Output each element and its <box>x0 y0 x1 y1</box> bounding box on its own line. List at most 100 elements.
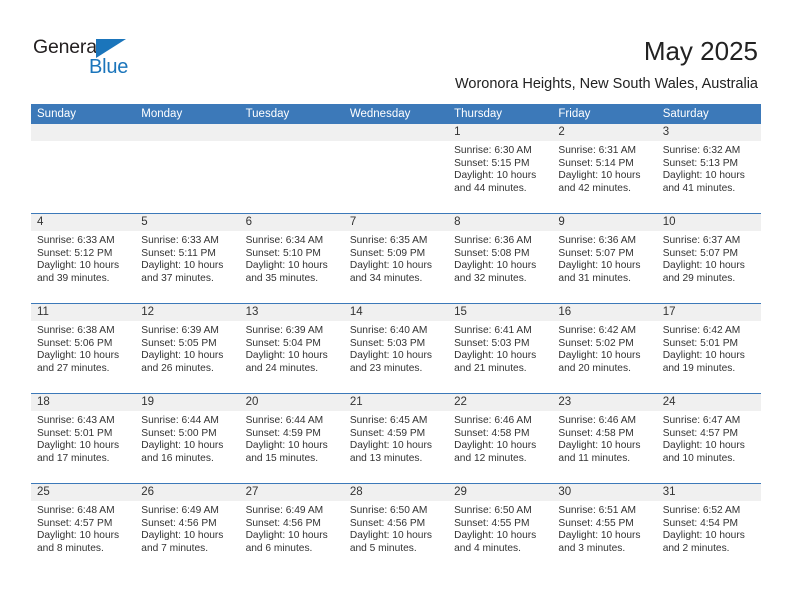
calendar-day-cell[interactable]: 29 Sunrise: 6:50 AM Sunset: 4:55 PM Dayligh… <box>448 484 553 573</box>
day-sun-info: Sunrise: 6:52 AM Sunset: 4:54 PM Daylight:… <box>657 502 761 555</box>
sunrise-text: Sunrise: 6:35 AM <box>349 235 428 246</box>
sunset-text: Sunset: 5:00 PM <box>141 427 217 439</box>
daylight-text-line2: and 39 minutes. <box>37 272 110 284</box>
day-sun-info: Sunrise: 6:35 AM Sunset: 5:09 PM Daylight:… <box>344 232 448 285</box>
calendar-day-cell[interactable]: 28 Sunrise: 6:50 AM Sunset: 4:56 PM Dayligh… <box>343 484 449 573</box>
daylight-text-line2: and 24 minutes. <box>245 362 319 374</box>
location-subtitle: Woronora Heights, New South Wales, Austr… <box>454 76 758 92</box>
calendar-day-cell[interactable]: 7 Sunrise: 6:35 AM Sunset: 5:09 PM Daylight… <box>343 214 449 303</box>
day-sun-info: Sunrise: 6:47 AM Sunset: 4:57 PM Daylight:… <box>657 412 761 465</box>
day-number-band: 17 <box>656 304 761 322</box>
calendar-day-cell[interactable]: 20 Sunrise: 6:44 AM Sunset: 4:59 PM Dayligh… <box>239 394 344 483</box>
calendar-day-cell[interactable]: 12 Sunrise: 6:39 AM Sunset: 5:05 PM Dayligh… <box>135 304 240 393</box>
calendar-week-row: 1 Sunrise: 6:30 AM Sunset: 5:15 PM Daylight… <box>31 124 761 213</box>
calendar-week-inner: 4 Sunrise: 6:33 AM Sunset: 5:12 PM Daylight… <box>31 214 761 303</box>
daylight-text-line1: Daylight: 10 hours <box>558 440 641 452</box>
weekday-friday: Friday <box>558 108 591 120</box>
sunrise-text: Sunrise: 6:44 AM <box>245 415 324 426</box>
calendar-week-row: 4 Sunrise: 6:33 AM Sunset: 5:12 PM Daylight… <box>31 213 761 303</box>
daylight-text-line2: and 10 minutes. <box>662 452 736 464</box>
sunrise-text: Sunrise: 6:46 AM <box>558 415 636 426</box>
sunrise-text: Sunrise: 6:36 AM <box>558 235 636 246</box>
day-sun-info: Sunrise: 6:36 AM Sunset: 5:07 PM Daylight:… <box>552 232 656 285</box>
sunset-text: Sunset: 5:07 PM <box>662 247 739 259</box>
calendar-week-inner: 1 Sunrise: 6:30 AM Sunset: 5:15 PM Daylight… <box>31 124 761 213</box>
sunset-text: Sunset: 5:03 PM <box>349 337 426 349</box>
daylight-text-line1: Daylight: 10 hours <box>662 170 745 182</box>
calendar-day-cell[interactable]: 23 Sunrise: 6:46 AM Sunset: 4:58 PM Dayligh… <box>552 394 657 483</box>
daylight-text-line1: Daylight: 10 hours <box>245 440 328 452</box>
calendar-day-cell[interactable]: 1 Sunrise: 6:30 AM Sunset: 5:15 PM Daylight… <box>448 124 553 213</box>
daylight-text-line1: Daylight: 10 hours <box>662 260 745 272</box>
calendar-day-cell[interactable]: 21 Sunrise: 6:45 AM Sunset: 4:59 PM Dayligh… <box>343 394 449 483</box>
sunset-text: Sunset: 5:03 PM <box>454 337 530 349</box>
calendar-day-cell[interactable]: 16 Sunrise: 6:42 AM Sunset: 5:02 PM Dayligh… <box>552 304 657 393</box>
sunrise-text: Sunrise: 6:48 AM <box>37 505 115 516</box>
day-number-band: 9 <box>552 214 657 232</box>
calendar-day-cell[interactable]: 4 Sunrise: 6:33 AM Sunset: 5:12 PM Daylight… <box>31 214 136 303</box>
day-number: 12 <box>141 306 155 318</box>
day-number-band <box>343 124 449 142</box>
daylight-text-line1: Daylight: 10 hours <box>454 440 537 452</box>
calendar-day-cell[interactable]: 18 Sunrise: 6:43 AM Sunset: 5:01 PM Dayligh… <box>31 394 136 483</box>
sunset-text: Sunset: 4:56 PM <box>349 517 426 529</box>
sunset-text: Sunset: 5:11 PM <box>141 247 216 259</box>
calendar-day-cell[interactable]: 26 Sunrise: 6:49 AM Sunset: 4:56 PM Dayligh… <box>135 484 240 573</box>
day-number-band: 11 <box>31 304 136 322</box>
sunrise-text: Sunrise: 6:41 AM <box>454 325 532 336</box>
calendar-day-cell[interactable]: 27 Sunrise: 6:49 AM Sunset: 4:56 PM Dayligh… <box>239 484 344 573</box>
day-sun-info: Sunrise: 6:41 AM Sunset: 5:03 PM Daylight:… <box>448 322 552 375</box>
calendar-day-cell-empty <box>31 124 136 213</box>
page-header: General Blue May 2025 Woronora Heights, … <box>0 0 792 104</box>
calendar-day-cell[interactable]: 3 Sunrise: 6:32 AM Sunset: 5:13 PM Daylight… <box>656 124 761 213</box>
sunrise-text: Sunrise: 6:32 AM <box>662 145 741 156</box>
calendar-day-cell[interactable]: 6 Sunrise: 6:34 AM Sunset: 5:10 PM Daylight… <box>239 214 344 303</box>
day-number: 27 <box>245 486 259 498</box>
day-number-band: 31 <box>656 484 761 502</box>
day-number-band: 22 <box>448 394 553 412</box>
weekday-header-row: Sunday Monday Tuesday Wednesday Thursday… <box>31 104 761 124</box>
calendar-page: General Blue May 2025 Woronora Heights, … <box>0 0 792 612</box>
calendar-day-cell[interactable]: 13 Sunrise: 6:39 AM Sunset: 5:04 PM Dayligh… <box>239 304 344 393</box>
calendar-day-cell[interactable]: 5 Sunrise: 6:33 AM Sunset: 5:11 PM Daylight… <box>135 214 240 303</box>
daylight-text-line1: Daylight: 10 hours <box>558 350 641 362</box>
daylight-text-line1: Daylight: 10 hours <box>454 350 537 362</box>
day-number: 17 <box>662 306 676 318</box>
calendar-day-cell[interactable]: 8 Sunrise: 6:36 AM Sunset: 5:08 PM Daylight… <box>448 214 553 303</box>
daylight-text-line2: and 23 minutes. <box>349 362 423 374</box>
calendar-day-cell[interactable]: 24 Sunrise: 6:47 AM Sunset: 4:57 PM Dayligh… <box>656 394 761 483</box>
weekday-sunday: Sunday <box>37 108 77 120</box>
daylight-text-line1: Daylight: 10 hours <box>37 530 120 542</box>
calendar-week-row: 18 Sunrise: 6:43 AM Sunset: 5:01 PM Dayligh… <box>31 393 761 483</box>
calendar-day-cell[interactable]: 22 Sunrise: 6:46 AM Sunset: 4:58 PM Dayligh… <box>448 394 553 483</box>
calendar-day-cell[interactable]: 19 Sunrise: 6:44 AM Sunset: 5:00 PM Dayligh… <box>135 394 240 483</box>
day-sun-info: Sunrise: 6:40 AM Sunset: 5:03 PM Daylight:… <box>344 322 448 375</box>
calendar-day-cell[interactable]: 31 Sunrise: 6:52 AM Sunset: 4:54 PM Dayligh… <box>656 484 761 573</box>
day-number-band: 13 <box>239 304 344 322</box>
daylight-text-line2: and 7 minutes. <box>141 542 209 554</box>
calendar-day-cell[interactable]: 10 Sunrise: 6:37 AM Sunset: 5:07 PM Dayligh… <box>656 214 761 303</box>
day-number-band: 8 <box>448 214 553 232</box>
daylight-text-line2: and 20 minutes. <box>558 362 631 374</box>
calendar-day-cell[interactable]: 30 Sunrise: 6:51 AM Sunset: 4:55 PM Dayligh… <box>552 484 657 573</box>
sunset-text: Sunset: 5:15 PM <box>454 157 530 169</box>
day-number: 11 <box>37 306 49 318</box>
daylight-text-line2: and 11 minutes. <box>558 452 631 464</box>
daylight-text-line1: Daylight: 10 hours <box>245 260 328 272</box>
sunset-text: Sunset: 5:13 PM <box>662 157 739 169</box>
page-title: May 2025 <box>643 36 758 66</box>
day-number-band: 6 <box>239 214 344 232</box>
day-number-band: 7 <box>343 214 449 232</box>
calendar-day-cell[interactable]: 17 Sunrise: 6:42 AM Sunset: 5:01 PM Dayligh… <box>656 304 761 393</box>
calendar-day-cell[interactable]: 25 Sunrise: 6:48 AM Sunset: 4:57 PM Dayligh… <box>31 484 136 573</box>
day-number-band: 28 <box>343 484 449 502</box>
calendar-day-cell[interactable]: 9 Sunrise: 6:36 AM Sunset: 5:07 PM Daylight… <box>552 214 657 303</box>
sunset-text: Sunset: 5:01 PM <box>37 427 113 439</box>
sunrise-text: Sunrise: 6:46 AM <box>454 415 532 426</box>
calendar-day-cell[interactable]: 11 Sunrise: 6:38 AM Sunset: 5:06 PM Dayligh… <box>31 304 136 393</box>
calendar-day-cell[interactable]: 15 Sunrise: 6:41 AM Sunset: 5:03 PM Dayligh… <box>448 304 553 393</box>
daylight-text-line2: and 12 minutes. <box>454 452 527 464</box>
day-sun-info: Sunrise: 6:50 AM Sunset: 4:55 PM Daylight:… <box>448 502 552 555</box>
calendar-day-cell[interactable]: 2 Sunrise: 6:31 AM Sunset: 5:14 PM Daylight… <box>552 124 657 213</box>
calendar-day-cell[interactable]: 14 Sunrise: 6:40 AM Sunset: 5:03 PM Dayligh… <box>343 304 449 393</box>
